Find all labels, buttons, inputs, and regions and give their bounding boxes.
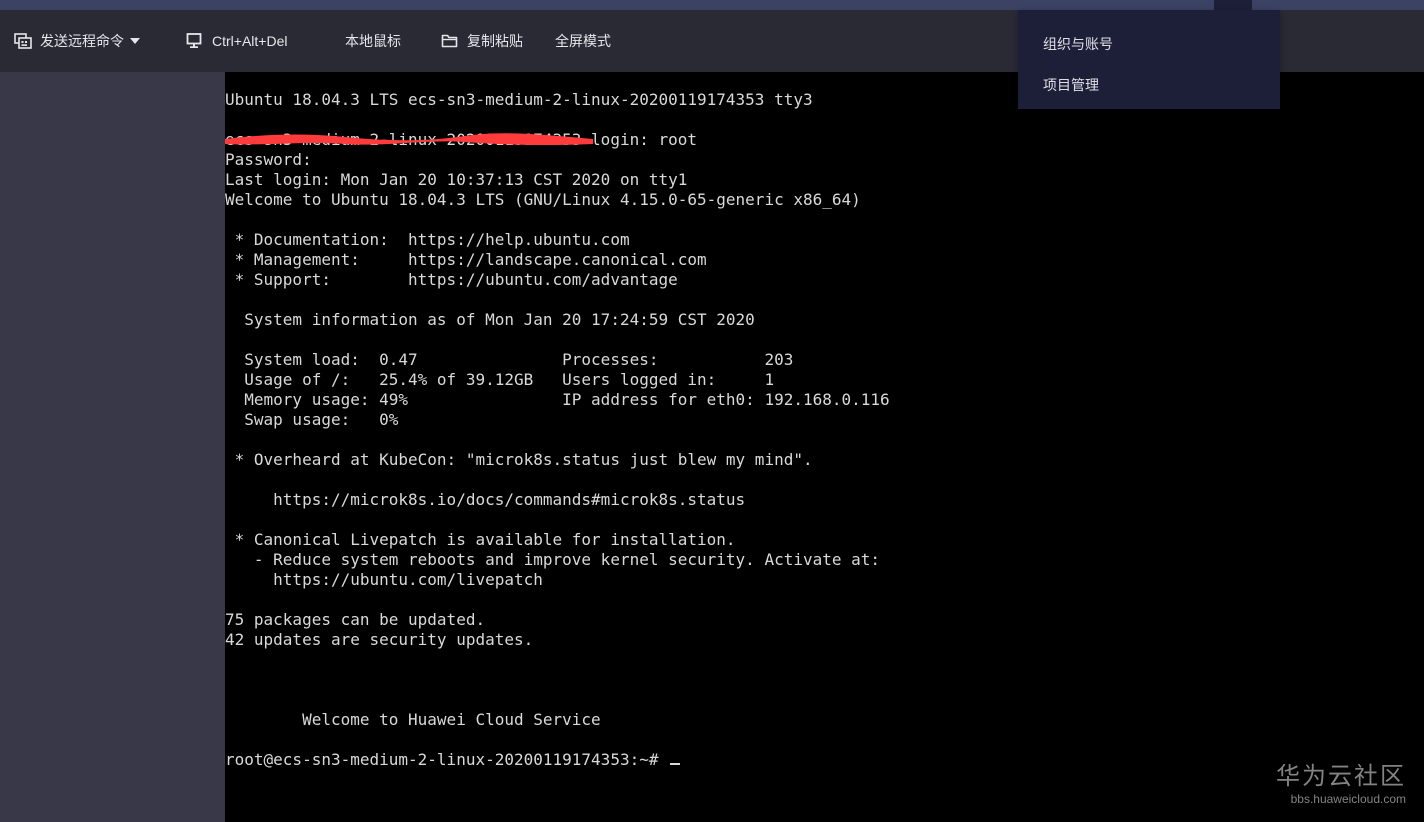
terminal-line: root@ecs-sn3-medium-2-linux-202001191743…	[225, 750, 890, 770]
terminal-line: https://ubuntu.com/livepatch	[225, 570, 543, 589]
dropdown-anchor	[1214, 0, 1252, 10]
fullscreen-label: 全屏模式	[555, 33, 611, 49]
copy-paste-button[interactable]: 复制粘贴	[441, 10, 523, 72]
terminal-line: * Canonical Livepatch is available for i…	[225, 530, 736, 549]
ctrl-alt-del-button[interactable]: Ctrl+Alt+Del	[186, 10, 287, 72]
watermark-url: bbs.huaweicloud.com	[1290, 792, 1406, 806]
terminal-line: Swap usage: 0%	[225, 410, 399, 429]
terminal-line: * Documentation: https://help.ubuntu.com	[225, 230, 630, 249]
watermark: 华为云社区 bbs.huaweicloud.com	[1276, 762, 1406, 806]
watermark-title: 华为云社区	[1276, 763, 1406, 790]
terminal-line: System information as of Mon Jan 20 17:2…	[225, 310, 755, 329]
fullscreen-button[interactable]: 全屏模式	[555, 10, 611, 72]
monitor-icon	[186, 32, 204, 50]
terminal-line: https://microk8s.io/docs/commands#microk…	[225, 490, 746, 509]
terminal-cursor	[670, 763, 681, 765]
caret-down-icon	[130, 38, 140, 44]
menu-item-project-management[interactable]: 项目管理	[1043, 75, 1099, 95]
menu-item-org-account[interactable]: 组织与账号	[1043, 34, 1113, 54]
local-mouse-label: 本地鼠标	[345, 33, 401, 49]
terminal-line: - Reduce system reboots and improve kern…	[225, 550, 881, 569]
local-mouse-button[interactable]: 本地鼠标	[345, 10, 401, 72]
terminal-line: 42 updates are security updates.	[225, 630, 534, 649]
ctrl-alt-del-label: Ctrl+Alt+Del	[212, 33, 288, 49]
terminal-line: * Overheard at KubeCon: "microk8s.status…	[225, 450, 813, 469]
top-strip	[0, 0, 1424, 10]
terminal-line: Password:	[225, 150, 312, 169]
send-remote-command-label: 发送远程命令	[40, 33, 124, 49]
terminal-line: System load: 0.47 Processes: 203	[225, 350, 794, 369]
copy-paste-label: 复制粘贴	[467, 33, 523, 49]
terminal-line: Welcome to Ubuntu 18.04.3 LTS (GNU/Linux…	[225, 190, 861, 209]
redaction-mark	[225, 133, 593, 146]
folder-icon	[441, 32, 459, 50]
keyboard-icon	[14, 32, 32, 50]
terminal-line: * Support: https://ubuntu.com/advantage	[225, 270, 678, 289]
left-sidebar	[0, 72, 225, 822]
terminal-output: Ubuntu 18.04.3 LTS ecs-sn3-medium-2-linu…	[225, 90, 890, 770]
terminal-line: Memory usage: 49% IP address for eth0: 1…	[225, 390, 890, 409]
terminal-screen[interactable]: Ubuntu 18.04.3 LTS ecs-sn3-medium-2-linu…	[225, 72, 1424, 822]
terminal-line: Ubuntu 18.04.3 LTS ecs-sn3-medium-2-linu…	[225, 90, 813, 109]
account-dropdown-menu: 组织与账号 项目管理	[1018, 10, 1280, 109]
terminal-line: Last login: Mon Jan 20 10:37:13 CST 2020…	[225, 170, 688, 189]
terminal-line: Usage of /: 25.4% of 39.12GB Users logge…	[225, 370, 775, 389]
send-remote-command-button[interactable]: 发送远程命令	[14, 10, 140, 72]
terminal-line: 75 packages can be updated.	[225, 610, 486, 629]
terminal-line: * Management: https://landscape.canonica…	[225, 250, 707, 269]
terminal-line: Welcome to Huawei Cloud Service	[225, 710, 601, 729]
